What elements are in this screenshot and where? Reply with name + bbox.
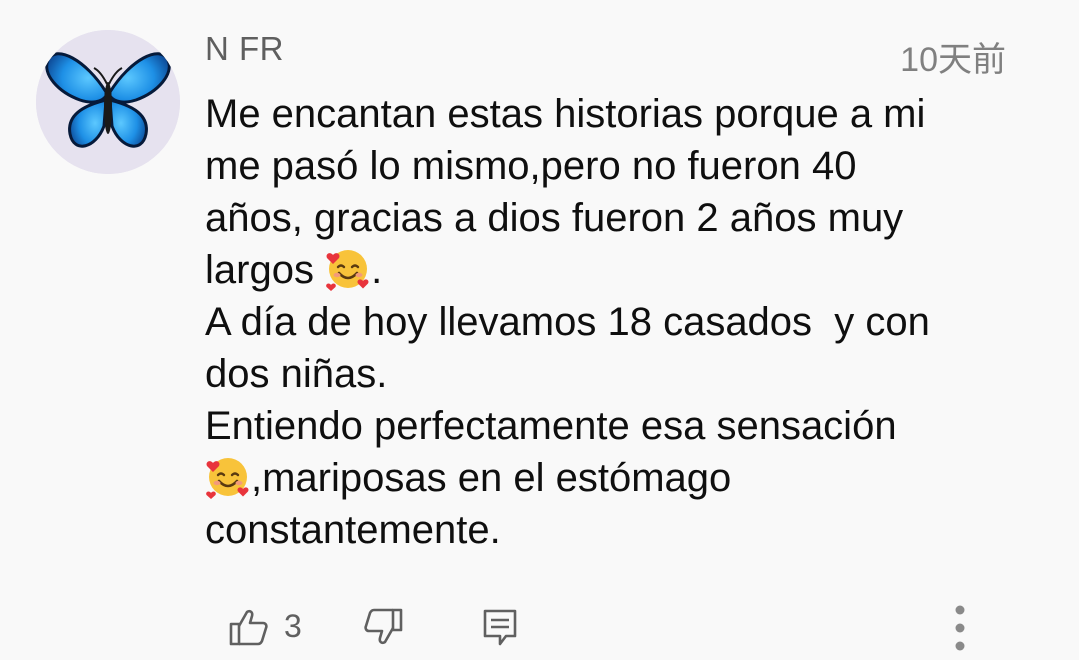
comment-fragment: ,mariposas en el estómago — [251, 456, 732, 500]
comment-line: años, gracias a dios fueron 2 años muy — [205, 196, 904, 240]
comment-line: Me encantan estas historias porque a mi — [205, 92, 926, 136]
comment-fragment: largos — [205, 248, 314, 292]
comment-line: me pasó lo mismo,pero no fueron 40 — [205, 144, 857, 188]
like-button[interactable] — [228, 606, 270, 648]
thumbs-up-icon — [229, 609, 268, 646]
comment-line: ,mariposas en el estómago — [205, 452, 1035, 504]
comment-line: dos niñas. — [205, 352, 388, 396]
dislike-button[interactable] — [362, 606, 404, 648]
thumbs-down-icon — [364, 608, 403, 645]
comment-actions: 3 — [0, 600, 1079, 656]
like-count: 3 — [284, 608, 302, 644]
more-vertical-icon — [955, 605, 965, 651]
more-options-button[interactable] — [946, 600, 974, 656]
comment-line: A día de hoy llevamos 18 casados y con — [205, 300, 930, 344]
butterfly-icon — [36, 30, 180, 174]
comment-timestamp: 10天前 — [900, 41, 1006, 79]
comment-text: Me encantan estas historias porque a mi … — [205, 88, 1035, 556]
reply-comment-icon — [483, 609, 517, 646]
comment-line: largos . — [205, 244, 1035, 296]
comment-author[interactable]: N FR — [205, 30, 284, 68]
comment-card: N FR 10天前 Me encantan estas historias po… — [0, 0, 1079, 660]
comment-fragment: . — [371, 248, 383, 292]
avatar[interactable] — [36, 30, 180, 174]
comment-line: Entiendo perfectamente esa sensación — [205, 404, 897, 448]
smiling-face-with-hearts-icon — [326, 250, 369, 291]
smiling-face-with-hearts-icon — [206, 458, 249, 499]
reply-button[interactable] — [480, 606, 520, 648]
comment-line: constantemente. — [205, 508, 501, 552]
